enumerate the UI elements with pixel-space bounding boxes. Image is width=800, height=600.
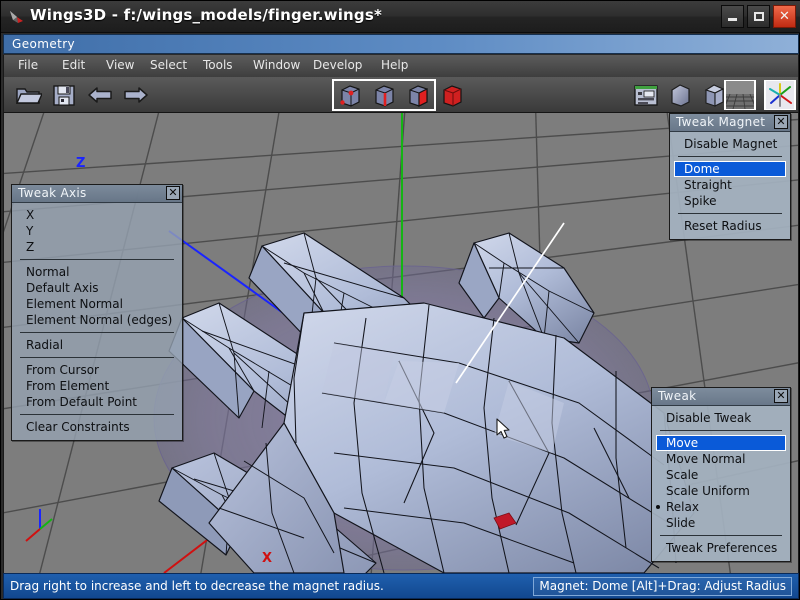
tweak-axis-separator: [20, 332, 174, 333]
tweak-axis-panel[interactable]: Tweak Axis ✕ XYZNormalDefault AxisElemen…: [11, 184, 183, 441]
smooth-shade-icon[interactable]: [666, 81, 694, 109]
tweak-body: Disable Tweak MoveMove NormalScaleScale U…: [652, 406, 790, 561]
axis-label-x: X: [262, 551, 272, 566]
menu-develop[interactable]: Develop: [309, 58, 366, 72]
tweak-titlebar[interactable]: Tweak ✕: [652, 388, 790, 406]
tweak-magnet-item-disable-magnet[interactable]: Disable Magnet: [670, 136, 790, 152]
tweak-axis-titlebar[interactable]: Tweak Axis ✕: [12, 185, 182, 203]
tweak-magnet-close-icon[interactable]: ✕: [774, 115, 788, 129]
show-axes-icon[interactable]: [766, 81, 794, 109]
menu-tools[interactable]: Tools: [199, 58, 237, 72]
preferences-icon[interactable]: [632, 81, 660, 109]
redo-icon[interactable]: [122, 81, 150, 109]
tweak-magnet-separator: [678, 213, 782, 214]
toolbar: [3, 77, 799, 113]
close-icon: ✕: [774, 6, 795, 27]
vertex-mode-icon[interactable]: [336, 81, 364, 109]
window-controls: ✕: [721, 5, 796, 28]
tweak-item-disable-tweak[interactable]: Disable Tweak: [652, 410, 790, 426]
tweak-axis-item-from-default-point[interactable]: From Default Point: [12, 394, 182, 410]
maximize-button[interactable]: [747, 5, 770, 28]
tweak-axis-item-x[interactable]: X: [12, 207, 182, 223]
edge-mode-icon[interactable]: [370, 81, 398, 109]
tweak-item-slide[interactable]: Slide: [652, 515, 790, 531]
tweak-title: Tweak: [658, 389, 696, 403]
tweak-axis-item-default-axis[interactable]: Default Axis: [12, 280, 182, 296]
tweak-axis-item-y[interactable]: Y: [12, 223, 182, 239]
body-mode-icon[interactable]: [438, 81, 466, 109]
open-file-icon[interactable]: [14, 81, 42, 109]
radio-marker-icon: [656, 505, 660, 509]
tweak-axis-title: Tweak Axis: [18, 186, 87, 200]
tweak-axis-separator: [20, 357, 174, 358]
geometry-window-titlebar[interactable]: Geometry: [3, 34, 799, 54]
tweak-magnet-item-dome[interactable]: Dome: [674, 161, 786, 177]
tweak-magnet-body: Disable Magnet DomeStraightSpike Reset Rad…: [670, 132, 790, 239]
tweak-item-move[interactable]: Move: [656, 435, 786, 451]
tweak-close-icon[interactable]: ✕: [774, 389, 788, 403]
save-file-icon[interactable]: [50, 81, 78, 109]
tweak-axis-separator: [20, 259, 174, 260]
wings3d-logo-icon: [8, 8, 26, 26]
tweak-magnet-item-spike[interactable]: Spike: [670, 193, 790, 209]
tweak-magnet-item-straight[interactable]: Straight: [670, 177, 790, 193]
menu-help[interactable]: Help: [377, 58, 412, 72]
face-mode-icon[interactable]: [404, 81, 432, 109]
tweak-panel[interactable]: Tweak ✕ Disable TweakMoveMove NormalScal…: [651, 387, 791, 562]
tweak-axis-item-radial[interactable]: Radial: [12, 337, 182, 353]
close-button[interactable]: ✕: [773, 5, 796, 28]
tweak-axis-separator: [20, 414, 174, 415]
menubar: File Edit View Select Tools Window Develop Help: [3, 55, 799, 77]
tweak-item-scale-uniform[interactable]: Scale Uniform: [652, 483, 790, 499]
status-message: Drag right to increase and left to decre…: [10, 579, 384, 593]
tweak-separator: [660, 430, 782, 431]
tweak-magnet-separator: [678, 156, 782, 157]
menu-window[interactable]: Window: [249, 58, 304, 72]
mouse-cursor: [496, 418, 512, 440]
window-titlebar: Wings3D - f:/wings_models/finger.wings* …: [1, 1, 800, 33]
tweak-axis-item-z[interactable]: Z: [12, 239, 182, 255]
tweak-item-tweak-preferences[interactable]: Tweak Preferences: [652, 540, 790, 556]
tweak-item-scale[interactable]: Scale: [652, 467, 790, 483]
tweak-magnet-title: Tweak Magnet: [676, 115, 765, 129]
geometry-window-title: Geometry: [12, 37, 75, 51]
menu-view[interactable]: View: [102, 58, 138, 72]
tweak-axis-item-element-normal[interactable]: Element Normal: [12, 296, 182, 312]
axis-label-z: Z: [76, 156, 85, 171]
tweak-item-move-normal[interactable]: Move Normal: [652, 451, 790, 467]
tweak-axis-item-normal[interactable]: Normal: [12, 264, 182, 280]
menu-select[interactable]: Select: [146, 58, 191, 72]
tweak-magnet-panel[interactable]: Tweak Magnet ✕ Disable Magnet DomeStraigh…: [669, 113, 791, 240]
tweak-axis-close-icon[interactable]: ✕: [166, 186, 180, 200]
tweak-separator: [660, 535, 782, 536]
tweak-axis-item-clear-constraints[interactable]: Clear Constraints: [12, 419, 182, 435]
tweak-axis-item-from-cursor[interactable]: From Cursor: [12, 362, 182, 378]
statusbar: Drag right to increase and left to decre…: [3, 573, 799, 599]
wings3d-application-window: Wings3D - f:/wings_models/finger.wings* …: [0, 0, 800, 600]
minimize-button[interactable]: [721, 5, 744, 28]
tweak-axis-item-element-normal-edges[interactable]: Element Normal (edges): [12, 312, 182, 328]
undo-icon[interactable]: [86, 81, 114, 109]
tweak-axis-body: XYZ NormalDefault AxisElement NormalEleme…: [12, 203, 182, 440]
menu-edit[interactable]: Edit: [58, 58, 89, 72]
tweak-magnet-item-reset-radius[interactable]: Reset Radius: [670, 218, 790, 234]
tweak-magnet-titlebar[interactable]: Tweak Magnet ✕: [670, 114, 790, 132]
tweak-item-relax[interactable]: Relax: [652, 499, 790, 515]
menu-file[interactable]: File: [14, 58, 42, 72]
status-info: Magnet: Dome [Alt]+Drag: Adjust Radius: [533, 577, 792, 596]
ground-plane-icon[interactable]: [726, 81, 754, 109]
tweak-axis-item-from-element[interactable]: From Element: [12, 378, 182, 394]
window-title: Wings3D - f:/wings_models/finger.wings*: [30, 6, 382, 24]
